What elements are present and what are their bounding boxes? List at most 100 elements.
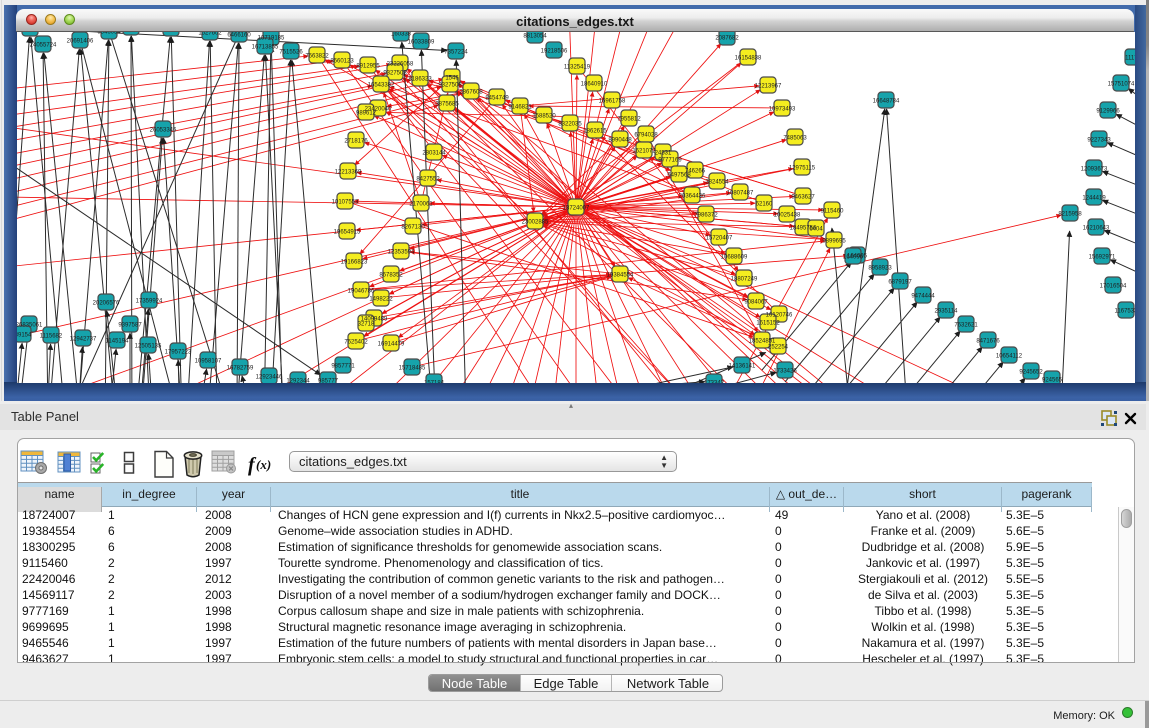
svg-text:8454749: 8454749 bbox=[485, 96, 509, 102]
svg-text:26835061: 26835061 bbox=[17, 323, 43, 329]
svg-text:3824554: 3824554 bbox=[705, 180, 729, 186]
svg-text:9227343: 9227343 bbox=[1087, 138, 1111, 144]
svg-text:19218506: 19218506 bbox=[541, 49, 568, 55]
svg-text:7986372: 7986372 bbox=[694, 213, 718, 219]
svg-text:1145194: 1145194 bbox=[106, 339, 130, 345]
svg-text:8958923: 8958923 bbox=[868, 266, 892, 272]
svg-text:2405572: 2405572 bbox=[18, 32, 42, 33]
svg-text:24055724: 24055724 bbox=[30, 43, 57, 49]
svg-text:19654915: 19654915 bbox=[334, 230, 361, 236]
svg-text:8990448: 8990448 bbox=[608, 138, 632, 144]
svg-text:18640910: 18640910 bbox=[581, 82, 608, 88]
svg-text:8427552: 8427552 bbox=[416, 177, 440, 183]
svg-text:15720407: 15720407 bbox=[706, 236, 733, 242]
svg-text:16154838: 16154838 bbox=[735, 56, 762, 62]
svg-text:23226058: 23226058 bbox=[387, 62, 414, 68]
svg-text:15751074: 15751074 bbox=[1108, 82, 1135, 88]
svg-text:1167533: 1167533 bbox=[1115, 309, 1135, 315]
svg-text:8912955: 8912955 bbox=[356, 64, 380, 70]
svg-text:2718176: 2718176 bbox=[344, 139, 368, 145]
svg-text:17016504: 17016504 bbox=[1100, 284, 1127, 290]
svg-text:6404: 6404 bbox=[809, 227, 823, 233]
svg-text:23002885: 23002885 bbox=[522, 220, 549, 226]
svg-text:989612: 989612 bbox=[356, 111, 377, 117]
svg-text:12975115: 12975115 bbox=[789, 166, 816, 172]
svg-text:2935114: 2935114 bbox=[935, 309, 959, 315]
svg-text:1862615: 1862615 bbox=[583, 129, 607, 135]
svg-text:9474444: 9474444 bbox=[911, 294, 935, 300]
svg-text:12942737: 12942737 bbox=[70, 337, 97, 343]
svg-text:10807487: 10807487 bbox=[727, 191, 754, 197]
svg-text:9245652: 9245652 bbox=[1019, 370, 1043, 376]
svg-text:16782759: 16782759 bbox=[227, 366, 254, 372]
svg-text:160338: 160338 bbox=[391, 32, 412, 38]
svg-text:20691406: 20691406 bbox=[67, 39, 94, 45]
svg-text:2803144: 2803144 bbox=[422, 151, 446, 157]
svg-text:7625402: 7625402 bbox=[344, 340, 368, 346]
svg-text:10958107: 10958107 bbox=[195, 359, 222, 365]
svg-text:12093673: 12093673 bbox=[1081, 167, 1108, 173]
svg-text:8267130: 8267130 bbox=[401, 225, 425, 231]
svg-text:14136141: 14136141 bbox=[729, 364, 756, 370]
svg-text:6466160: 6466160 bbox=[227, 33, 251, 39]
svg-text:18807249: 18807249 bbox=[731, 277, 758, 283]
svg-text:6794028: 6794028 bbox=[634, 133, 658, 139]
svg-text:17957223: 17957223 bbox=[165, 350, 192, 356]
svg-text:10688609: 10688609 bbox=[721, 255, 748, 261]
svg-text:15692971: 15692971 bbox=[1089, 255, 1116, 261]
svg-text:1588520: 1588520 bbox=[532, 114, 556, 120]
svg-text:10719185: 10719185 bbox=[258, 36, 285, 42]
svg-text:9129966: 9129966 bbox=[1096, 109, 1120, 115]
svg-text:19046786: 19046786 bbox=[348, 289, 375, 295]
svg-text:252254: 252254 bbox=[768, 345, 789, 351]
svg-text:12213369: 12213369 bbox=[335, 170, 362, 176]
svg-text:12213967: 12213967 bbox=[755, 84, 782, 90]
svg-text:8215958: 8215958 bbox=[1058, 212, 1082, 218]
svg-text:10973493: 10973493 bbox=[769, 107, 796, 113]
svg-text:1621072: 1621072 bbox=[632, 149, 656, 155]
svg-text:10107553: 10107553 bbox=[332, 200, 359, 206]
svg-text:16543382: 16543382 bbox=[368, 83, 395, 89]
svg-text:12353594: 12353594 bbox=[388, 250, 415, 256]
svg-text:8678352: 8678352 bbox=[379, 273, 403, 279]
svg-text:3875685: 3875685 bbox=[435, 102, 459, 108]
svg-text:1615152: 1615152 bbox=[756, 321, 780, 327]
svg-text:19166823: 19166823 bbox=[341, 260, 368, 266]
svg-text:10025438: 10025438 bbox=[774, 213, 801, 219]
svg-text:6879197: 6879197 bbox=[888, 280, 912, 286]
svg-text:15718485: 15718485 bbox=[399, 366, 426, 372]
svg-text:8322035: 8322035 bbox=[558, 122, 582, 128]
svg-text:20206576: 20206576 bbox=[93, 301, 120, 307]
svg-text:9084067: 9084067 bbox=[744, 300, 768, 306]
svg-text:8660123: 8660123 bbox=[330, 59, 354, 65]
svg-text:9463627: 9463627 bbox=[791, 195, 815, 201]
svg-text:1546: 1546 bbox=[445, 76, 459, 82]
svg-text:19384554: 19384554 bbox=[607, 273, 634, 279]
svg-text:9857771: 9857771 bbox=[331, 364, 355, 370]
svg-text:32718: 32718 bbox=[358, 322, 375, 328]
svg-text:9346034: 9346034 bbox=[97, 32, 121, 36]
svg-text:985777: 985777 bbox=[318, 379, 339, 384]
svg-text:173342: 173342 bbox=[704, 381, 725, 384]
svg-text:10655287: 10655287 bbox=[158, 32, 185, 33]
svg-text:16914479: 16914479 bbox=[378, 342, 405, 348]
svg-text:7632621: 7632621 bbox=[954, 323, 978, 329]
svg-text:16961758: 16961758 bbox=[599, 99, 626, 105]
svg-text:157184: 157184 bbox=[424, 381, 445, 384]
svg-text:10654112: 10654112 bbox=[996, 354, 1023, 360]
svg-text:7515526: 7515526 bbox=[279, 50, 303, 56]
svg-text:12505135: 12505135 bbox=[135, 344, 162, 350]
svg-text:1733426: 1733426 bbox=[773, 369, 797, 375]
svg-text:20364436: 20364436 bbox=[679, 194, 706, 200]
svg-text:7485063: 7485063 bbox=[783, 136, 807, 142]
svg-text:924565: 924565 bbox=[1042, 378, 1063, 384]
svg-text:16120746: 16120746 bbox=[766, 313, 793, 319]
svg-text:8186323: 8186323 bbox=[408, 77, 432, 83]
svg-text:16713855: 16713855 bbox=[252, 45, 279, 51]
svg-text:1527602: 1527602 bbox=[198, 32, 222, 37]
svg-text:2867608: 2867608 bbox=[459, 90, 483, 96]
svg-text:12923446: 12923446 bbox=[256, 375, 283, 381]
svg-text:62160: 62160 bbox=[756, 202, 773, 208]
svg-text:7955812: 7955812 bbox=[617, 117, 641, 123]
svg-text:16648784: 16648784 bbox=[873, 99, 900, 105]
